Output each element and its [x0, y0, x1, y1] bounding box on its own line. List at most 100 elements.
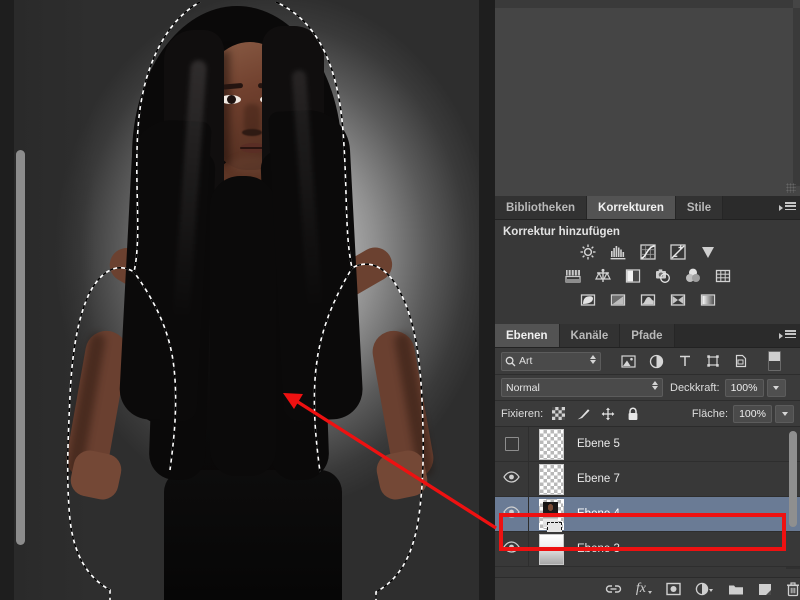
layer-row-ebene-3[interactable]: Ebene 3: [495, 532, 800, 567]
layer-filter-value: Art: [519, 355, 533, 367]
layer-row-ebene-7[interactable]: Ebene 7: [495, 462, 800, 497]
chevron-down-icon: [773, 385, 780, 390]
layers-panel: Ebenen Kanäle Pfade Art Normal Deckkraft…: [495, 324, 800, 600]
layer-row-ebene-4[interactable]: Ebene 4: [495, 497, 800, 535]
layer-visibility-toggle[interactable]: [495, 532, 529, 566]
lock-all-icon[interactable]: [625, 406, 641, 421]
layer-thumbnail: [538, 428, 564, 460]
lock-buttons: [550, 406, 641, 421]
adjustment-row: [495, 290, 800, 310]
image-canvas[interactable]: [14, 0, 479, 600]
panel-menu-icon: [778, 330, 796, 341]
layer-thumbnail: [538, 498, 564, 535]
color-lookup-icon[interactable]: [712, 266, 733, 286]
layer-style-fx-icon[interactable]: fx: [636, 580, 652, 598]
fill-value: 100%: [739, 407, 766, 420]
channel-mixer-icon[interactable]: [682, 266, 703, 286]
panel-resize-grip[interactable]: [786, 183, 796, 193]
hue-saturation-icon[interactable]: [562, 266, 583, 286]
lock-transparency-icon[interactable]: [550, 406, 566, 421]
threshold-icon[interactable]: [637, 290, 658, 310]
tab-stile[interactable]: Stile: [675, 196, 724, 219]
link-layers-icon[interactable]: [605, 580, 622, 598]
filter-pixel-icon[interactable]: [620, 353, 637, 369]
opacity-value: 100%: [730, 381, 758, 394]
lock-position-icon[interactable]: [600, 406, 616, 421]
tab-label: Bibliotheken: [506, 201, 576, 214]
layer-name: Ebene 3: [577, 543, 620, 555]
lock-image-icon[interactable]: [575, 406, 591, 421]
filter-enable-toggle[interactable]: [768, 351, 781, 371]
corrections-title: Korrektur hinzufügen: [503, 226, 620, 238]
adjustment-icon-grid: [495, 241, 800, 310]
layer-row-ebene-5[interactable]: Ebene 5: [495, 427, 800, 462]
layer-filter-select[interactable]: Art: [501, 351, 601, 371]
adjustment-row: [495, 242, 800, 262]
canvas-vertical-scrollbar[interactable]: [16, 150, 25, 545]
layer-visibility-toggle[interactable]: [495, 427, 529, 461]
posterize-icon[interactable]: [607, 290, 628, 310]
black-white-icon[interactable]: [622, 266, 643, 286]
new-layer-icon[interactable]: [758, 580, 772, 598]
tab-kanaele[interactable]: Kanäle: [559, 324, 621, 347]
layer-thumbnail: [538, 533, 564, 565]
photo-filter-icon[interactable]: [652, 266, 673, 286]
tab-label: Kanäle: [570, 329, 609, 342]
brightness-contrast-icon[interactable]: [577, 242, 598, 262]
filter-type-icon[interactable]: [676, 353, 693, 369]
lock-row: Fixieren: Fläche: 100%: [495, 401, 800, 427]
layer-thumbnail-cell[interactable]: [529, 533, 573, 565]
panel-menu-icon: [778, 202, 796, 213]
blend-mode-row: Normal Deckkraft: 100%: [495, 375, 800, 401]
new-group-icon[interactable]: [728, 580, 744, 598]
tabbar-filler: [674, 324, 774, 347]
color-balance-icon[interactable]: [592, 266, 613, 286]
gradient-map-icon[interactable]: [697, 290, 718, 310]
opacity-label: Deckkraft:: [670, 381, 720, 394]
tab-label: Korrekturen: [598, 201, 664, 214]
canvas-area[interactable]: [0, 0, 495, 600]
exposure-icon[interactable]: [667, 242, 688, 262]
corrections-panel-menu-button[interactable]: [774, 196, 800, 219]
layers-tabbar: Ebenen Kanäle Pfade: [495, 324, 800, 348]
tab-pfade[interactable]: Pfade: [620, 324, 675, 347]
layer-filter-types: [620, 353, 749, 369]
filter-adjustment-icon[interactable]: [648, 353, 665, 369]
layer-thumbnail-cell[interactable]: [529, 498, 573, 535]
tab-bibliotheken[interactable]: Bibliotheken: [495, 196, 588, 219]
filter-shape-icon[interactable]: [704, 353, 721, 369]
tab-label: Pfade: [631, 329, 663, 342]
selective-color-icon[interactable]: [667, 290, 688, 310]
levels-icon[interactable]: [607, 242, 628, 262]
filter-smart-object-icon[interactable]: [732, 353, 749, 369]
layer-thumbnail-cell[interactable]: [529, 463, 573, 495]
layer-list[interactable]: Ebene 5 Ebene 7 Ebene 4 Ebene 3: [495, 427, 800, 569]
blend-mode-select[interactable]: Normal: [501, 378, 663, 397]
right-panel-dock: Bibliotheken Korrekturen Stile Korrektur…: [495, 0, 800, 600]
layer-thumbnail-cell[interactable]: [529, 428, 573, 460]
lock-label: Fixieren:: [501, 407, 544, 420]
blend-mode-value: Normal: [506, 381, 540, 394]
layer-visibility-toggle[interactable]: [495, 497, 529, 531]
add-layer-mask-icon[interactable]: [666, 580, 681, 598]
tab-korrekturen[interactable]: Korrekturen: [587, 196, 676, 219]
vibrance-icon[interactable]: [697, 242, 718, 262]
eye-hidden-icon: [504, 437, 519, 451]
layer-list-scrollbar[interactable]: [789, 431, 797, 527]
opacity-input[interactable]: 100%: [724, 378, 764, 397]
invert-icon[interactable]: [577, 290, 598, 310]
tab-label: Stile: [686, 201, 712, 214]
delete-layer-icon[interactable]: [786, 580, 800, 598]
layer-visibility-toggle[interactable]: [495, 462, 529, 496]
tab-ebenen[interactable]: Ebenen: [495, 324, 560, 347]
layers-panel-menu-button[interactable]: [774, 324, 800, 347]
opacity-dropdown-button[interactable]: [766, 378, 786, 397]
fill-input[interactable]: 100%: [733, 404, 772, 423]
layer-name: Ebene 4: [577, 508, 620, 520]
curves-icon[interactable]: [637, 242, 658, 262]
new-adjustment-layer-icon[interactable]: [695, 580, 714, 598]
fill-dropdown-button[interactable]: [775, 404, 794, 423]
chevron-down-icon: [781, 411, 788, 416]
tabbar-filler: [723, 196, 774, 219]
fill-label: Fläche:: [691, 407, 728, 420]
